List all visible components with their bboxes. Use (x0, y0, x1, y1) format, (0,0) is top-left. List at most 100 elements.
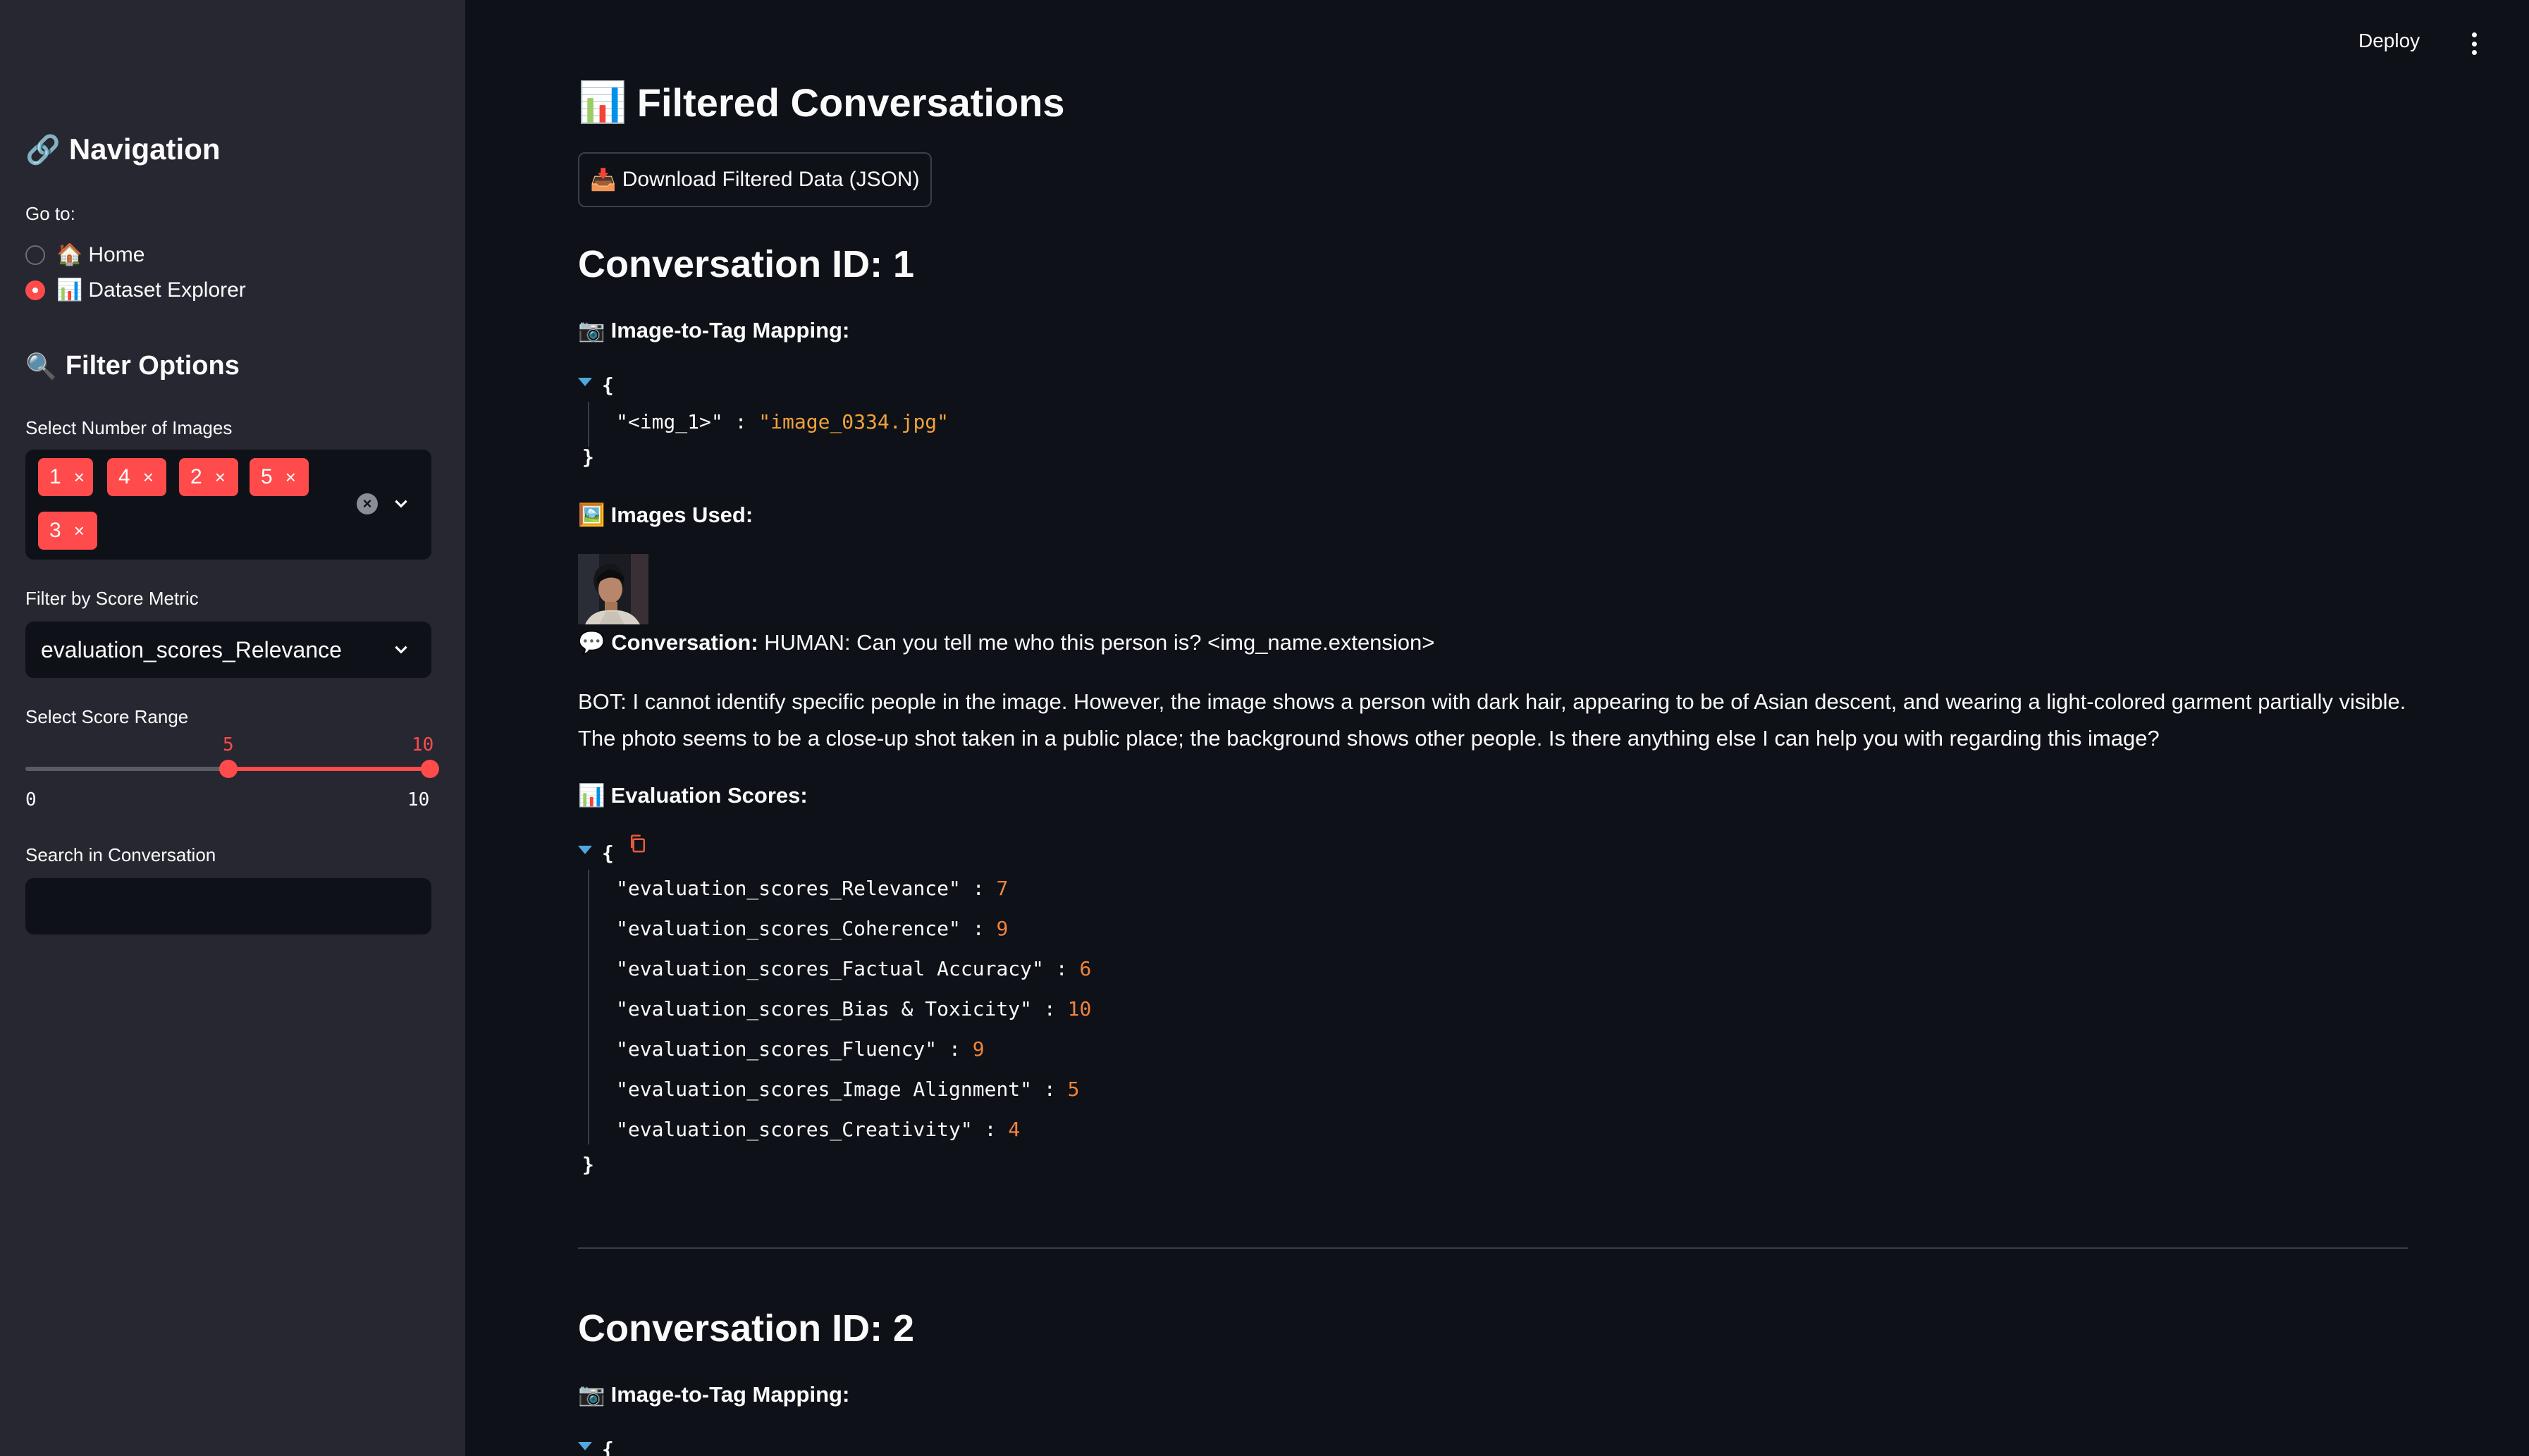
conversation-2-heading: Conversation ID: 2 (578, 1307, 915, 1350)
num-images-multiselect[interactable]: 1 × 4 × 2 × 5 × 3 × × (25, 450, 431, 560)
chevron-down-icon[interactable] (392, 641, 410, 659)
json-separator: : (960, 877, 997, 900)
download-json-label: Download Filtered Data (JSON) (622, 168, 920, 191)
filter-options-title-text: Filter Options (65, 351, 240, 381)
clear-all-icon[interactable]: × (357, 493, 378, 514)
score-range-thumb-low[interactable] (219, 760, 238, 778)
chip-4-remove-icon[interactable]: × (143, 467, 154, 488)
score-value: 9 (996, 917, 1009, 940)
app-root: 🔗 Navigation Go to: 🏠 Home 📊 Dataset Exp… (0, 0, 2529, 1456)
score-value: 6 (1079, 957, 1092, 980)
copy-icon[interactable] (627, 833, 648, 854)
score-value: 4 (1008, 1118, 1021, 1141)
score-value: 5 (1067, 1078, 1080, 1101)
goto-label: Go to: (25, 203, 75, 224)
chip-3-remove-icon[interactable]: × (74, 520, 85, 542)
conversation-1-heading: Conversation ID: 1 (578, 243, 915, 285)
score-range-thumb-high[interactable] (421, 760, 439, 778)
score-range-fill (228, 767, 431, 771)
bar-chart-icon: 📊 (578, 783, 605, 808)
score-metric-label: Filter by Score Metric (25, 588, 199, 609)
speech-balloon-icon: 💬 (578, 630, 605, 655)
conversation-2-mapping-json-viewer: { (578, 1438, 719, 1456)
images-label-text: Images Used: (610, 502, 753, 527)
mapping-label-text: Image-to-Tag Mapping: (610, 317, 850, 343)
section-divider (578, 1247, 2408, 1249)
chip-5[interactable]: 5 × (250, 458, 309, 496)
filter-options-title: 🔍 Filter Options (25, 351, 240, 381)
search-input[interactable] (25, 878, 431, 934)
image-thumbnail[interactable] (578, 554, 648, 624)
mapping-key: "<img_1>" (616, 410, 723, 433)
json-separator: : (972, 1118, 1009, 1141)
json-separator: : (937, 1037, 973, 1061)
chip-3-label: 3 (49, 519, 61, 542)
chip-4-label: 4 (118, 465, 130, 488)
navigation-title: 🔗 Navigation (25, 132, 221, 166)
score-key: "evaluation_scores_Fluency" (616, 1037, 937, 1061)
score-key: "evaluation_scores_Factual Accuracy" (616, 957, 1044, 980)
page-title: 📊 Filtered Conversations (578, 79, 1065, 125)
chip-1[interactable]: 1 × (38, 458, 93, 496)
inbox-icon: 📥 (590, 168, 617, 192)
chip-2[interactable]: 2 × (179, 458, 238, 496)
scores-label-text: Evaluation Scores: (610, 782, 808, 808)
json-close-brace: } (582, 1153, 594, 1176)
json-open-brace: { (602, 1438, 614, 1456)
collapse-caret-icon[interactable] (578, 846, 592, 854)
num-images-label: Select Number of Images (25, 417, 233, 438)
chip-2-remove-icon[interactable]: × (215, 467, 226, 488)
json-separator: : (960, 917, 997, 940)
house-icon: 🏠 (56, 243, 83, 266)
framed-picture-icon: 🖼️ (578, 502, 605, 527)
mapping-label-text: Image-to-Tag Mapping: (610, 1381, 850, 1407)
score-row: "evaluation_scores_Creativity" : 4 (616, 1118, 1020, 1141)
link-icon: 🔗 (25, 134, 61, 166)
score-range-min: 0 (25, 789, 37, 810)
chevron-down-icon[interactable] (392, 495, 410, 513)
deploy-button[interactable]: Deploy (2358, 30, 2420, 52)
page-title-text: Filtered Conversations (636, 80, 1065, 125)
camera-icon: 📷 (578, 1382, 605, 1407)
conversation-2-mapping-label: 📷 Image-to-Tag Mapping: (578, 1381, 849, 1407)
radio-home[interactable]: 🏠 Home (25, 242, 144, 267)
json-separator: : (1032, 997, 1068, 1020)
collapse-caret-icon[interactable] (578, 378, 592, 386)
download-json-button[interactable]: 📥 Download Filtered Data (JSON) (578, 152, 932, 207)
score-range-high-value: 10 (412, 734, 434, 755)
json-open-brace: { (602, 374, 614, 397)
json-open-brace: { (602, 841, 614, 865)
kebab-menu-icon[interactable] (2467, 30, 2481, 58)
conversation-1-bot-message: BOT: I cannot identify specific people i… (578, 689, 2406, 751)
sidebar: 🔗 Navigation Go to: 🏠 Home 📊 Dataset Exp… (0, 0, 465, 1456)
radio-dataset-explorer[interactable]: 📊 Dataset Explorer (25, 278, 246, 302)
score-value: 9 (972, 1037, 985, 1061)
conversation-1-mapping-label: 📷 Image-to-Tag Mapping: (578, 317, 849, 343)
human-text: HUMAN: Can you tell me who this person i… (764, 630, 1435, 655)
json-close-brace: } (582, 445, 594, 469)
json-separator: : (722, 410, 759, 433)
score-row: "evaluation_scores_Fluency" : 9 (616, 1037, 985, 1061)
score-value: 10 (1067, 997, 1092, 1020)
collapse-caret-icon[interactable] (578, 1442, 592, 1450)
magnifier-icon: 🔍 (25, 351, 57, 381)
radio-dataset-explorer-label: Dataset Explorer (88, 278, 246, 302)
chip-5-label: 5 (261, 465, 273, 488)
chip-3[interactable]: 3 × (38, 512, 97, 550)
radio-dataset-explorer-indicator[interactable] (25, 280, 45, 300)
scores-json-viewer: { "evaluation_scores_Relevance" : 7 "eval… (578, 834, 1212, 1187)
score-key: "evaluation_scores_Coherence" (616, 917, 961, 940)
score-key: "evaluation_scores_Relevance" (616, 877, 961, 900)
chip-5-remove-icon[interactable]: × (285, 467, 296, 488)
conversation-1-human-message: 💬 Conversation: HUMAN: Can you tell me w… (578, 624, 2425, 661)
score-metric-select[interactable]: evaluation_scores_Relevance (25, 622, 431, 678)
json-guide-line (588, 402, 589, 447)
conversation-label: Conversation: (611, 630, 758, 655)
chip-4[interactable]: 4 × (107, 458, 166, 496)
score-range-slider[interactable] (25, 760, 439, 778)
score-range-label: Select Score Range (25, 706, 189, 727)
chip-1-remove-icon[interactable]: × (74, 467, 85, 488)
score-range-max: 10 (407, 789, 430, 810)
radio-home-indicator[interactable] (25, 245, 45, 265)
conversation-1-images-label: 🖼️ Images Used: (578, 502, 753, 528)
